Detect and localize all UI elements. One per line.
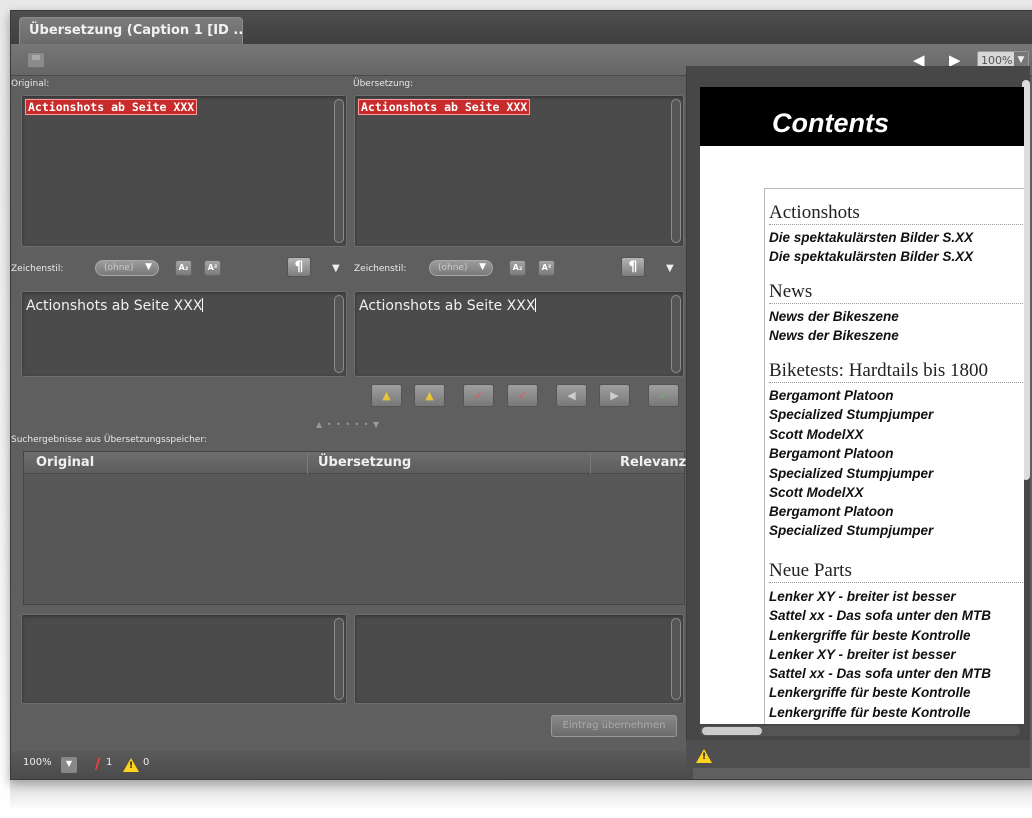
- status-bar: 100% ▼ / 1 ! 0: [11, 751, 693, 779]
- scrollbar[interactable]: [334, 618, 344, 700]
- search-translation-textarea[interactable]: [354, 614, 684, 704]
- translation-tagged-textarea[interactable]: Actionshots ab Seite XXX: [354, 95, 684, 247]
- search-results-label: Suchergebnisse aus Übersetzungsspeicher:: [11, 435, 207, 445]
- toc-heading: News: [769, 281, 1024, 304]
- charstyle-value: (ohne): [104, 263, 134, 273]
- column-translation[interactable]: Übersetzung: [318, 455, 411, 470]
- preview-horizontal-scrollbar[interactable]: [700, 726, 1020, 736]
- pilcrow-icon[interactable]: ¶: [287, 257, 311, 277]
- toc-entry: Lenker XY - breiter ist besser: [769, 589, 956, 604]
- translation-plain-textarea[interactable]: Actionshots ab Seite XXX: [354, 291, 684, 377]
- toc-entry: Scott ModelXX: [769, 485, 864, 500]
- preview-status-bar: !: [686, 740, 1030, 768]
- preview-page: Contents Actionshots Die spektakulärsten…: [700, 87, 1024, 724]
- subscript-button[interactable]: A₂: [509, 260, 526, 276]
- error-count: 1: [106, 757, 113, 768]
- chevron-down-icon[interactable]: ▼: [666, 263, 674, 274]
- toc-entry: Specialized Stumpjumper: [769, 407, 934, 422]
- translation-tagged-text: Actionshots ab Seite XXX: [358, 99, 531, 115]
- save-icon[interactable]: [27, 52, 45, 68]
- warning-up-button[interactable]: ▲: [371, 384, 402, 407]
- column-relevance[interactable]: Relevanz: [620, 455, 686, 470]
- toc-entry: Sattel xx - Das sofa unter den MTB: [769, 666, 992, 681]
- original-plain-text: Actionshots ab Seite XXX: [26, 298, 203, 314]
- warning-icon: !: [696, 749, 712, 763]
- search-original-textarea[interactable]: [21, 614, 347, 704]
- toc-entry: Lenker XY - breiter ist besser: [769, 647, 956, 662]
- charstyle-label: Zeichenstil:: [354, 264, 407, 274]
- status-zoom-value: 100%: [23, 757, 52, 768]
- confirm-button[interactable]: ✓: [648, 384, 679, 407]
- window-reflection: [10, 780, 1032, 810]
- toc-heading: Neue Parts: [769, 560, 1024, 583]
- chevron-down-icon: ▼: [145, 262, 152, 272]
- error-prev-button[interactable]: ✓: [463, 384, 494, 407]
- toc-entry: Specialized Stumpjumper: [769, 523, 934, 538]
- toc-entry: Lenkergriffe für beste Kontrolle: [769, 628, 971, 643]
- toc-entry: Die spektakulärsten Bilder S.XX: [769, 249, 974, 264]
- toc-entry: Lenkergriffe für beste Kontrolle: [769, 705, 971, 720]
- pilcrow-icon[interactable]: ¶: [621, 257, 645, 277]
- subscript-button[interactable]: A₂: [175, 260, 192, 276]
- status-zoom-select[interactable]: 100% ▼: [23, 757, 79, 773]
- original-label: Original:: [11, 79, 50, 89]
- toc-entry: Scott ModelXX: [769, 427, 864, 442]
- next-segment-button[interactable]: ▶: [599, 384, 630, 407]
- warning-count: 0: [143, 757, 150, 768]
- column-divider[interactable]: [307, 452, 308, 474]
- chevron-down-icon[interactable]: ▼: [332, 263, 340, 274]
- charstyle-dropdown[interactable]: (ohne) ▼: [95, 260, 159, 276]
- tab-translation[interactable]: Übersetzung (Caption 1 [ID ...: [19, 17, 243, 44]
- toc-entry: Die spektakulärsten Bilder S.XX: [769, 230, 974, 245]
- charstyle-label: Zeichenstil:: [11, 264, 64, 274]
- toc-entry: Bergamont Platoon: [769, 388, 894, 403]
- error-icon: /: [95, 754, 101, 772]
- toc-entry: Specialized Stumpjumper: [769, 466, 934, 481]
- chevron-down-icon: ▼: [61, 757, 77, 773]
- page-title: Contents: [772, 108, 889, 138]
- warning-icon: !: [123, 758, 139, 772]
- column-divider[interactable]: [590, 452, 591, 474]
- page-header-bar: Contents: [700, 87, 1024, 146]
- scrollbar[interactable]: [671, 99, 681, 243]
- translation-plain-text: Actionshots ab Seite XXX: [359, 298, 536, 314]
- original-tagged-textarea[interactable]: Actionshots ab Seite XXX: [21, 95, 347, 247]
- toc-entry: Bergamont Platoon: [769, 446, 894, 461]
- charstyle-value: (ohne): [438, 263, 468, 273]
- scrollbar[interactable]: [671, 618, 681, 700]
- toc-entry: Sattel xx - Das sofa unter den MTB: [769, 608, 992, 623]
- tab-bar: Übersetzung (Caption 1 [ID ... ▾: [11, 11, 1032, 44]
- scrollbar-thumb[interactable]: [702, 727, 762, 735]
- scrollbar[interactable]: [334, 99, 344, 243]
- superscript-button[interactable]: A²: [204, 260, 221, 276]
- toc-heading: Actionshots: [769, 202, 1024, 225]
- original-tagged-text: Actionshots ab Seite XXX: [25, 99, 198, 115]
- scrollbar[interactable]: [671, 295, 681, 373]
- splitter-handle[interactable]: ▲ • • • • • ▼: [316, 420, 380, 429]
- prev-segment-button[interactable]: ◀: [556, 384, 587, 407]
- toc-entry: News der Bikeszene: [769, 309, 899, 324]
- toc-entry: Bergamont Platoon: [769, 504, 894, 519]
- charstyle-dropdown[interactable]: (ohne) ▼: [429, 260, 493, 276]
- toc-entry: News der Bikeszene: [769, 328, 899, 343]
- scrollbar[interactable]: [334, 295, 344, 373]
- table-header: Original Übersetzung Relevanz: [24, 452, 686, 474]
- chevron-down-icon: ▼: [479, 262, 486, 272]
- original-plain-textarea[interactable]: Actionshots ab Seite XXX: [21, 291, 347, 377]
- toc-entry: Lenkergriffe für beste Kontrolle: [769, 685, 971, 700]
- toc-heading: Biketests: Hardtails bis 1800: [769, 360, 1024, 383]
- translation-label: Übersetzung:: [353, 79, 414, 89]
- error-next-button[interactable]: ✓: [507, 384, 538, 407]
- search-results-table: Original Übersetzung Relevanz: [23, 451, 686, 605]
- warning-down-button[interactable]: ▲: [414, 384, 445, 407]
- apply-entry-button[interactable]: Eintrag übernehmen: [551, 715, 677, 737]
- superscript-button[interactable]: A²: [538, 260, 555, 276]
- column-original[interactable]: Original: [36, 455, 94, 470]
